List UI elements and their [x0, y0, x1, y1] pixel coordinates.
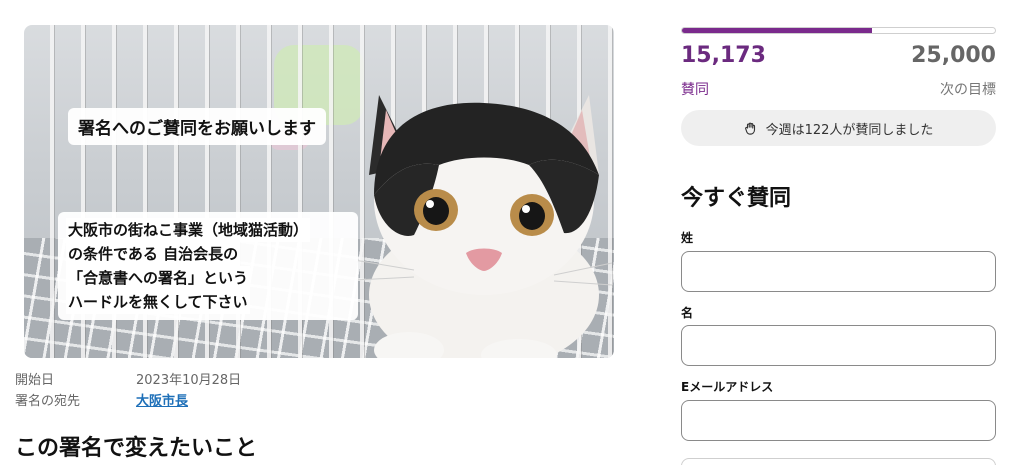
hero-caption-line: 大阪市の街ねこ事業（地域猫活動） [66, 218, 311, 242]
start-date-label: 開始日 [15, 373, 55, 388]
weekly-supporters-text: 今週は122人が賛同しました [765, 122, 934, 138]
start-date-value: 2023年10月28日 [136, 373, 242, 388]
petition-meta: 開始日 2023年10月28日 署名の宛先 大阪市長 [15, 368, 241, 410]
sign-now-title: 今すぐ賛同 [681, 186, 792, 211]
start-date-row: 開始日 2023年10月28日 [15, 368, 241, 389]
hero-caption-title: 署名へのご賛同をお願いします [68, 108, 326, 145]
hero-caption-line: の条件である 自治会長の [66, 242, 241, 266]
weekly-supporters-pill: 今週は122人が賛同しました [681, 110, 996, 146]
signature-count-label: 賛同 [681, 82, 709, 98]
hand-wave-icon [744, 122, 755, 135]
signature-goal: 25,000 [911, 43, 996, 68]
first-name-input[interactable] [681, 325, 996, 366]
last-name-input[interactable] [681, 251, 996, 292]
section-title: この署名で変えたいこと [15, 436, 258, 461]
target-row: 署名の宛先 大阪市長 [15, 389, 241, 410]
hero-caption-body: 大阪市の街ねこ事業（地域猫活動） の条件である 自治会長の 「合意書への署名」と… [58, 212, 358, 320]
signature-count: 15,173 [681, 43, 766, 68]
signature-progress-fill [682, 28, 872, 33]
next-field-partial[interactable] [681, 458, 996, 465]
email-label: Eメールアドレス [681, 380, 774, 394]
email-input[interactable] [681, 400, 996, 441]
target-link[interactable]: 大阪市長 [136, 390, 188, 409]
petition-hero-image: 署名へのご賛同をお願いします 大阪市の街ねこ事業（地域猫活動） の条件である 自… [24, 25, 614, 358]
hero-caption-line: ハードルを無くして下さい [66, 290, 250, 314]
first-name-label: 名 [681, 306, 694, 320]
signature-goal-label: 次の目標 [940, 82, 996, 98]
hero-caption-line: 「合意書への署名」という [66, 266, 251, 290]
kitten-illustration [354, 95, 613, 358]
signature-progress-bar [681, 27, 996, 34]
last-name-label: 姓 [681, 231, 694, 245]
target-label: 署名の宛先 [15, 394, 81, 409]
